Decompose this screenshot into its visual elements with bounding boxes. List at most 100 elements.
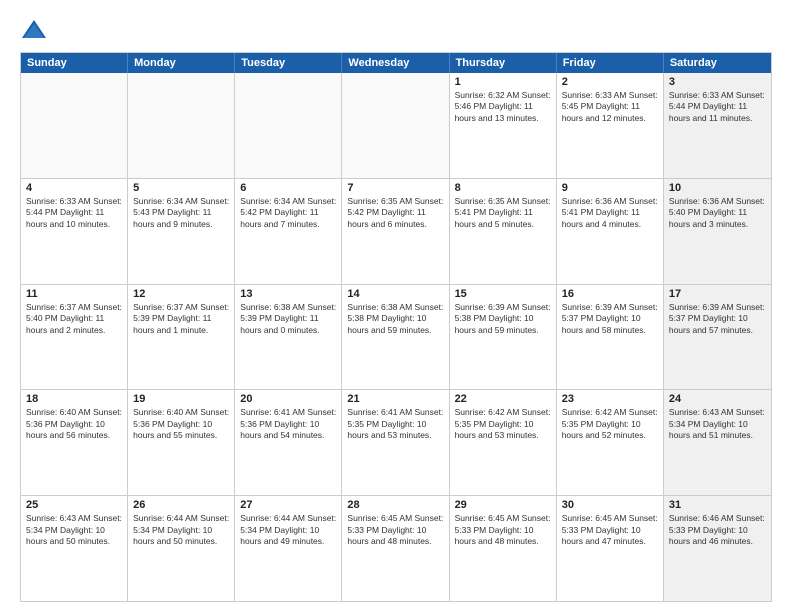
calendar-cell: 2 Sunrise: 6:33 AM Sunset: 5:45 PM Daylig… xyxy=(557,73,664,178)
day-number: 21 xyxy=(347,393,443,405)
day-info: Sunrise: 6:40 AM Sunset: 5:36 PM Dayligh… xyxy=(26,407,122,441)
calendar-cell: 19 Sunrise: 6:40 AM Sunset: 5:36 PM Dayli… xyxy=(128,390,235,495)
day-info: Sunrise: 6:34 AM Sunset: 5:43 PM Dayligh… xyxy=(133,196,229,230)
day-info: Sunrise: 6:43 AM Sunset: 5:34 PM Dayligh… xyxy=(669,407,766,441)
day-number: 7 xyxy=(347,182,443,194)
weekday-header: Thursday xyxy=(450,53,557,73)
header xyxy=(20,16,772,44)
calendar-cell xyxy=(128,73,235,178)
calendar-row: 18 Sunrise: 6:40 AM Sunset: 5:36 PM Dayli… xyxy=(21,390,771,496)
day-number: 8 xyxy=(455,182,551,194)
calendar-cell: 27 Sunrise: 6:44 AM Sunset: 5:34 PM Dayli… xyxy=(235,496,342,601)
calendar-cell: 11Sunrise: 6:37 AM Sunset: 5:40 PM Dayli… xyxy=(21,285,128,390)
day-info: Sunrise: 6:36 AM Sunset: 5:41 PM Dayligh… xyxy=(562,196,658,230)
day-number: 18 xyxy=(26,393,122,405)
day-info: Sunrise: 6:36 AM Sunset: 5:40 PM Dayligh… xyxy=(669,196,766,230)
calendar-cell: 20 Sunrise: 6:41 AM Sunset: 5:36 PM Dayli… xyxy=(235,390,342,495)
logo-icon xyxy=(20,16,48,44)
day-number: 29 xyxy=(455,499,551,511)
calendar-cell: 16 Sunrise: 6:39 AM Sunset: 5:37 PM Dayli… xyxy=(557,285,664,390)
day-number: 24 xyxy=(669,393,766,405)
calendar-cell: 12 Sunrise: 6:37 AM Sunset: 5:39 PM Dayli… xyxy=(128,285,235,390)
day-info: Sunrise: 6:45 AM Sunset: 5:33 PM Dayligh… xyxy=(347,513,443,547)
calendar-cell: 4 Sunrise: 6:33 AM Sunset: 5:44 PM Daylig… xyxy=(21,179,128,284)
day-info: Sunrise: 6:43 AM Sunset: 5:34 PM Dayligh… xyxy=(26,513,122,547)
day-info: Sunrise: 6:35 AM Sunset: 5:41 PM Dayligh… xyxy=(455,196,551,230)
day-number: 1 xyxy=(455,76,551,88)
day-info: Sunrise: 6:40 AM Sunset: 5:36 PM Dayligh… xyxy=(133,407,229,441)
day-info: Sunrise: 6:39 AM Sunset: 5:37 PM Dayligh… xyxy=(562,302,658,336)
calendar: SundayMondayTuesdayWednesdayThursdayFrid… xyxy=(20,52,772,602)
day-info: Sunrise: 6:44 AM Sunset: 5:34 PM Dayligh… xyxy=(133,513,229,547)
calendar-cell: 3 Sunrise: 6:33 AM Sunset: 5:44 PM Daylig… xyxy=(664,73,771,178)
day-info: Sunrise: 6:41 AM Sunset: 5:36 PM Dayligh… xyxy=(240,407,336,441)
calendar-cell: 21 Sunrise: 6:41 AM Sunset: 5:35 PM Dayli… xyxy=(342,390,449,495)
day-number: 3 xyxy=(669,76,766,88)
calendar-cell: 6 Sunrise: 6:34 AM Sunset: 5:42 PM Daylig… xyxy=(235,179,342,284)
day-info: Sunrise: 6:45 AM Sunset: 5:33 PM Dayligh… xyxy=(562,513,658,547)
day-number: 9 xyxy=(562,182,658,194)
calendar-cell: 30 Sunrise: 6:45 AM Sunset: 5:33 PM Dayli… xyxy=(557,496,664,601)
calendar-cell: 29 Sunrise: 6:45 AM Sunset: 5:33 PM Dayli… xyxy=(450,496,557,601)
logo xyxy=(20,16,52,44)
day-number: 19 xyxy=(133,393,229,405)
day-info: Sunrise: 6:39 AM Sunset: 5:38 PM Dayligh… xyxy=(455,302,551,336)
calendar-cell: 14Sunrise: 6:38 AM Sunset: 5:38 PM Dayli… xyxy=(342,285,449,390)
day-number: 5 xyxy=(133,182,229,194)
weekday-header: Friday xyxy=(557,53,664,73)
day-number: 13 xyxy=(240,288,336,300)
day-info: Sunrise: 6:39 AM Sunset: 5:37 PM Dayligh… xyxy=(669,302,766,336)
calendar-cell: 9 Sunrise: 6:36 AM Sunset: 5:41 PM Daylig… xyxy=(557,179,664,284)
day-number: 27 xyxy=(240,499,336,511)
calendar-cell: 23 Sunrise: 6:42 AM Sunset: 5:35 PM Dayli… xyxy=(557,390,664,495)
day-number: 25 xyxy=(26,499,122,511)
day-info: Sunrise: 6:42 AM Sunset: 5:35 PM Dayligh… xyxy=(455,407,551,441)
calendar-cell: 17Sunrise: 6:39 AM Sunset: 5:37 PM Dayli… xyxy=(664,285,771,390)
weekday-header: Tuesday xyxy=(235,53,342,73)
day-info: Sunrise: 6:32 AM Sunset: 5:46 PM Dayligh… xyxy=(455,90,551,124)
day-number: 14 xyxy=(347,288,443,300)
day-info: Sunrise: 6:46 AM Sunset: 5:33 PM Dayligh… xyxy=(669,513,766,547)
day-info: Sunrise: 6:33 AM Sunset: 5:44 PM Dayligh… xyxy=(26,196,122,230)
day-info: Sunrise: 6:37 AM Sunset: 5:39 PM Dayligh… xyxy=(133,302,229,336)
day-number: 2 xyxy=(562,76,658,88)
day-info: Sunrise: 6:34 AM Sunset: 5:42 PM Dayligh… xyxy=(240,196,336,230)
calendar-row: 4 Sunrise: 6:33 AM Sunset: 5:44 PM Daylig… xyxy=(21,179,771,285)
day-number: 10 xyxy=(669,182,766,194)
day-info: Sunrise: 6:44 AM Sunset: 5:34 PM Dayligh… xyxy=(240,513,336,547)
weekday-header: Sunday xyxy=(21,53,128,73)
calendar-cell: 18 Sunrise: 6:40 AM Sunset: 5:36 PM Dayli… xyxy=(21,390,128,495)
day-number: 26 xyxy=(133,499,229,511)
calendar-body: 1 Sunrise: 6:32 AM Sunset: 5:46 PM Daylig… xyxy=(21,73,771,601)
day-number: 28 xyxy=(347,499,443,511)
calendar-cell: 7 Sunrise: 6:35 AM Sunset: 5:42 PM Daylig… xyxy=(342,179,449,284)
calendar-cell: 28 Sunrise: 6:45 AM Sunset: 5:33 PM Dayli… xyxy=(342,496,449,601)
day-info: Sunrise: 6:42 AM Sunset: 5:35 PM Dayligh… xyxy=(562,407,658,441)
day-info: Sunrise: 6:33 AM Sunset: 5:44 PM Dayligh… xyxy=(669,90,766,124)
day-info: Sunrise: 6:41 AM Sunset: 5:35 PM Dayligh… xyxy=(347,407,443,441)
weekday-header: Wednesday xyxy=(342,53,449,73)
day-number: 11 xyxy=(26,288,122,300)
day-info: Sunrise: 6:33 AM Sunset: 5:45 PM Dayligh… xyxy=(562,90,658,124)
calendar-row: 1 Sunrise: 6:32 AM Sunset: 5:46 PM Daylig… xyxy=(21,73,771,179)
calendar-cell: 26 Sunrise: 6:44 AM Sunset: 5:34 PM Dayli… xyxy=(128,496,235,601)
calendar-cell: 15 Sunrise: 6:39 AM Sunset: 5:38 PM Dayli… xyxy=(450,285,557,390)
day-info: Sunrise: 6:45 AM Sunset: 5:33 PM Dayligh… xyxy=(455,513,551,547)
day-number: 23 xyxy=(562,393,658,405)
calendar-cell: 25 Sunrise: 6:43 AM Sunset: 5:34 PM Dayli… xyxy=(21,496,128,601)
calendar-cell xyxy=(235,73,342,178)
page: SundayMondayTuesdayWednesdayThursdayFrid… xyxy=(0,0,792,612)
day-number: 30 xyxy=(562,499,658,511)
calendar-header: SundayMondayTuesdayWednesdayThursdayFrid… xyxy=(21,53,771,73)
day-number: 16 xyxy=(562,288,658,300)
day-info: Sunrise: 6:38 AM Sunset: 5:39 PM Dayligh… xyxy=(240,302,336,336)
calendar-cell: 10 Sunrise: 6:36 AM Sunset: 5:40 PM Dayli… xyxy=(664,179,771,284)
calendar-cell: 1 Sunrise: 6:32 AM Sunset: 5:46 PM Daylig… xyxy=(450,73,557,178)
day-number: 6 xyxy=(240,182,336,194)
day-number: 4 xyxy=(26,182,122,194)
day-number: 20 xyxy=(240,393,336,405)
day-info: Sunrise: 6:35 AM Sunset: 5:42 PM Dayligh… xyxy=(347,196,443,230)
calendar-cell: 13 Sunrise: 6:38 AM Sunset: 5:39 PM Dayli… xyxy=(235,285,342,390)
day-number: 12 xyxy=(133,288,229,300)
day-number: 15 xyxy=(455,288,551,300)
